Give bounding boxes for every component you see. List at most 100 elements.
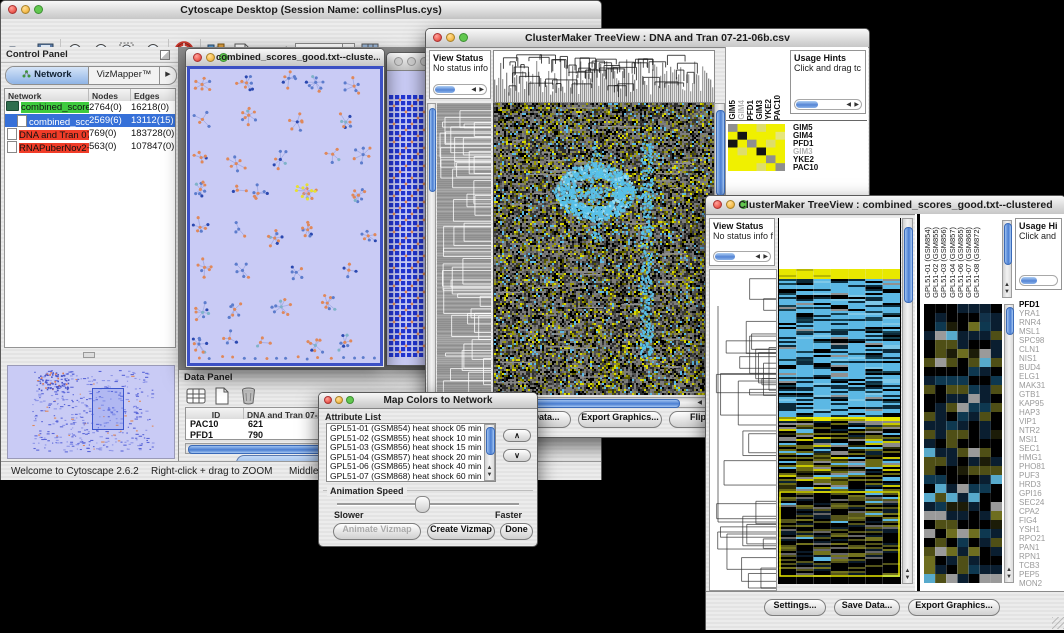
export-graphics-button[interactable]: Export Graphics... bbox=[578, 411, 662, 428]
gene-label[interactable]: GPI16 bbox=[1016, 489, 1063, 498]
network-row[interactable]: DNA and Tran 07 769(0) 183728(0) bbox=[5, 127, 175, 140]
column-label[interactable]: YKE2 bbox=[764, 99, 773, 120]
column-label[interactable]: PAC10 bbox=[773, 95, 782, 120]
column-label-scrollbar[interactable]: ▲ ▼ bbox=[1002, 220, 1012, 298]
save-data-button[interactable]: Save Data... bbox=[834, 599, 900, 616]
new-attribute-icon[interactable] bbox=[211, 385, 233, 407]
gene-label[interactable]: YRA1 bbox=[1016, 309, 1063, 318]
network-row-selected[interactable]: combined_sco 2569(6) 13112(15) bbox=[5, 114, 175, 127]
gene-label[interactable]: HRD3 bbox=[1016, 480, 1063, 489]
gene-label[interactable]: RPO21 bbox=[1016, 534, 1063, 543]
zoom-heatmap-canvas[interactable] bbox=[924, 304, 1002, 583]
column-dendrogram-canvas[interactable] bbox=[493, 50, 715, 103]
gene-label[interactable]: MON2 bbox=[1016, 579, 1063, 588]
treeview-combined-titlebar[interactable]: ClusterMaker TreeView : combined_scores_… bbox=[706, 196, 1064, 215]
gene-label[interactable]: PUF3 bbox=[1016, 471, 1063, 480]
network-overview[interactable] bbox=[7, 365, 175, 459]
scroll-down-icon[interactable]: ▼ bbox=[1005, 574, 1013, 581]
scroll-right-icon[interactable]: ▶ bbox=[479, 85, 484, 96]
row-dendrogram-canvas[interactable] bbox=[709, 269, 777, 591]
gene-label[interactable]: KAP95 bbox=[1016, 399, 1063, 408]
gene-label[interactable]: RNR4 bbox=[1016, 318, 1063, 327]
row-dendrogram-canvas[interactable] bbox=[437, 103, 491, 395]
table-cell-id[interactable]: PAC10 bbox=[186, 419, 244, 430]
close-button[interactable] bbox=[394, 57, 403, 66]
gene-label[interactable]: GTB1 bbox=[1016, 390, 1063, 399]
column-label[interactable]: GPL51-07 (GSM868) bbox=[964, 227, 972, 298]
scroll-up-icon[interactable]: ▲ bbox=[1003, 282, 1011, 289]
animate-vizmap-button[interactable]: Animate Vizmap bbox=[333, 523, 421, 540]
column-label[interactable]: GPL51-01 (GSM854) bbox=[923, 227, 931, 298]
global-vscrollbar[interactable]: ▲ ▼ bbox=[902, 218, 913, 584]
gene-label[interactable]: VIP1 bbox=[1016, 417, 1063, 426]
close-button[interactable] bbox=[433, 33, 442, 42]
scroll-up-icon[interactable]: ▲ bbox=[1005, 567, 1013, 574]
column-label[interactable]: GIM5 bbox=[728, 100, 737, 120]
gene-label[interactable]: CLN1 bbox=[1016, 345, 1063, 354]
gene-label[interactable]: PHO81 bbox=[1016, 462, 1063, 471]
gene-label[interactable]: PFD1 bbox=[1016, 300, 1063, 309]
scroll-left-icon[interactable]: ◀ bbox=[697, 398, 702, 409]
column-label[interactable]: GPL51-08 (GSM872) bbox=[972, 227, 980, 298]
minimize-button[interactable] bbox=[206, 53, 215, 62]
gene-label[interactable]: PAN1 bbox=[1016, 543, 1063, 552]
network-view-titlebar[interactable]: combined_scores_good.txt--cluste... bbox=[186, 49, 384, 67]
column-label[interactable]: GPL51-03 (GSM856) bbox=[939, 227, 947, 298]
gene-label[interactable]: SEC24 bbox=[1016, 498, 1063, 507]
usage-hints-scrollbar[interactable] bbox=[1019, 275, 1058, 286]
close-button[interactable] bbox=[713, 200, 722, 209]
tab-network[interactable]: Network bbox=[6, 67, 89, 84]
move-down-button[interactable]: ∨ bbox=[503, 449, 531, 462]
scroll-down-icon[interactable]: ▼ bbox=[1003, 289, 1011, 296]
table-cell-id[interactable]: PFD1 bbox=[186, 430, 244, 441]
scroll-left-icon[interactable]: ◀ bbox=[846, 100, 851, 111]
float-panel-icon[interactable] bbox=[160, 50, 170, 60]
create-vizmap-button[interactable]: Create Vizmap bbox=[427, 523, 495, 540]
select-attributes-icon[interactable] bbox=[185, 385, 207, 407]
gene-label[interactable]: BUD4 bbox=[1016, 363, 1063, 372]
col-header-network[interactable]: Network bbox=[5, 89, 89, 101]
network-canvas[interactable] bbox=[190, 69, 380, 361]
scroll-down-icon[interactable]: ▼ bbox=[903, 575, 912, 582]
gene-label[interactable]: PEP5 bbox=[1016, 570, 1063, 579]
scroll-left-icon[interactable]: ◀ bbox=[755, 252, 760, 263]
minimize-button[interactable] bbox=[335, 396, 343, 404]
gene-label[interactable]: YSH1 bbox=[1016, 525, 1063, 534]
scroll-left-icon[interactable]: ◀ bbox=[471, 85, 476, 96]
gene-label[interactable]: SEC1 bbox=[1016, 444, 1063, 453]
usage-hints-scrollbar[interactable]: ◀ ▶ bbox=[794, 99, 862, 110]
gene-label[interactable]: HMG1 bbox=[1016, 453, 1063, 462]
view-status-scrollbar[interactable]: ◀ ▶ bbox=[713, 251, 771, 262]
attribute-list-scrollbar[interactable]: ▲ ▼ bbox=[484, 424, 495, 481]
done-button[interactable]: Done bbox=[500, 523, 533, 540]
main-titlebar[interactable]: Cytoscape Desktop (Session Name: collins… bbox=[1, 1, 601, 20]
scroll-right-icon[interactable]: ▶ bbox=[763, 252, 768, 263]
gene-label[interactable]: MSL1 bbox=[1016, 327, 1063, 336]
column-label[interactable]: GPL51-06 (GSM865) bbox=[956, 227, 964, 298]
gene-label[interactable]: HAP3 bbox=[1016, 408, 1063, 417]
delete-attribute-trash-icon[interactable] bbox=[237, 385, 259, 407]
gene-label[interactable]: MSI1 bbox=[1016, 435, 1063, 444]
panel-divider-handle[interactable] bbox=[83, 352, 95, 358]
zoom-vscrollbar[interactable]: ▲ ▼ bbox=[1004, 304, 1014, 583]
scroll-up-icon[interactable]: ▲ bbox=[485, 465, 494, 472]
gene-label[interactable]: ELG1 bbox=[1016, 372, 1063, 381]
slider-thumb[interactable] bbox=[415, 496, 430, 513]
network-row[interactable]: RNAPuberNov2+ 563(0) 107847(0) bbox=[5, 140, 175, 153]
export-graphics-button[interactable]: Export Graphics... bbox=[908, 599, 1000, 616]
column-label[interactable]: GIM4 bbox=[737, 100, 746, 120]
close-button[interactable] bbox=[8, 5, 17, 14]
resize-grip[interactable] bbox=[1052, 617, 1064, 629]
global-heatmap-canvas[interactable] bbox=[778, 269, 901, 584]
view-status-scrollbar[interactable]: ◀ ▶ bbox=[433, 84, 487, 95]
close-button[interactable] bbox=[324, 396, 332, 404]
gene-label[interactable]: NTR2 bbox=[1016, 426, 1063, 435]
scroll-down-icon[interactable]: ▼ bbox=[485, 472, 494, 479]
scroll-right-icon[interactable]: ▶ bbox=[854, 100, 859, 111]
gene-label[interactable]: MAK31 bbox=[1016, 381, 1063, 390]
settings-button[interactable]: Settings... bbox=[764, 599, 826, 616]
move-up-button[interactable]: ∧ bbox=[503, 429, 531, 442]
column-label[interactable]: GIM3 bbox=[755, 100, 764, 120]
column-label[interactable]: PFD1 bbox=[746, 100, 755, 120]
gene-label[interactable]: SPC98 bbox=[1016, 336, 1063, 345]
